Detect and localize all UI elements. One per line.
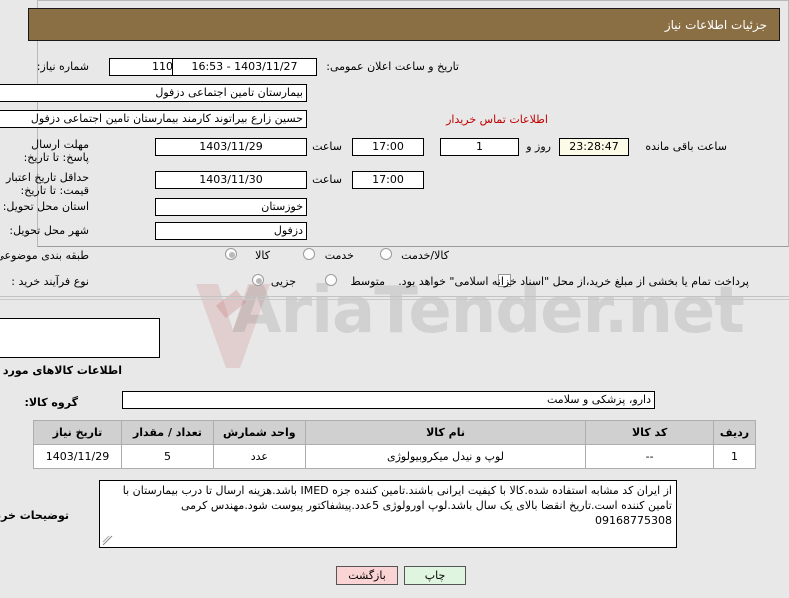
section-divider-bottom	[0, 299, 789, 300]
col-index: ردیف	[713, 420, 756, 445]
checkbox-islamic-treasury-label: پرداخت تمام یا بخشی از مبلغ خرید،از محل …	[398, 275, 749, 288]
buyer-contact-link[interactable]: اطلاعات تماس خریدار	[446, 113, 548, 126]
goods-section-title: اطلاعات کالاهای مورد نیاز	[0, 364, 122, 377]
goods-group-label: گروه کالا:	[24, 396, 78, 409]
reply-deadline-time-label: ساعت	[312, 140, 342, 153]
delivery-province-label: استان محل تحویل:	[2, 200, 89, 213]
cell-unit: عدد	[212, 444, 306, 469]
radio-subject-kala-khedmat-label: کالا/خدمت	[401, 249, 449, 262]
countdown-clock: 23:28:47	[559, 138, 629, 156]
cell-name: لوپ و نیدل میکروبیولوژی	[304, 444, 587, 469]
aria-tender-logo-icon	[196, 284, 270, 368]
col-quantity: تعداد / مقدار	[121, 420, 214, 445]
col-name: نام کالا	[304, 420, 587, 445]
radio-subject-kala-khedmat[interactable]	[380, 248, 392, 260]
price-validity-date: 1403/11/30	[155, 171, 307, 189]
cell-index: 1	[713, 444, 756, 469]
col-unit: واحد شمارش	[212, 420, 306, 445]
radio-process-jozii[interactable]	[252, 274, 264, 286]
countdown-suffix-label: ساعت باقی مانده	[645, 140, 727, 153]
price-validity-time-label: ساعت	[312, 173, 342, 186]
col-code: کد کالا	[585, 420, 715, 445]
delivery-province-value: خوزستان	[155, 198, 307, 216]
need-number-label: شماره نیاز:	[36, 60, 89, 73]
col-need-date: تاریخ نیاز	[33, 420, 122, 445]
radio-process-motavaset-label: متوسط	[350, 275, 385, 288]
reply-deadline-label: مهلت ارسال پاسخ: تا تاریخ:	[23, 138, 89, 164]
radio-subject-kala[interactable]	[225, 248, 237, 260]
countdown-days: 1	[440, 138, 519, 156]
goods-table: ردیف کد کالا نام کالا واحد شمارش تعداد /…	[33, 420, 756, 469]
purchase-process-label: نوع فرآیند خرید :	[11, 275, 89, 288]
radio-process-motavaset[interactable]	[325, 274, 337, 286]
delivery-city-label: شهر محل تحویل:	[9, 224, 89, 237]
table-header-row: ردیف کد کالا نام کالا واحد شمارش تعداد /…	[33, 420, 756, 445]
cell-quantity: 5	[121, 444, 214, 469]
print-button[interactable]: چاپ	[404, 566, 466, 585]
radio-process-jozii-label: جزیی	[270, 275, 296, 288]
delivery-city-value: دزفول	[155, 222, 307, 240]
back-button[interactable]: بازگشت	[336, 566, 398, 585]
buyer-notes-textarea[interactable]: از ایران کد مشابه استفاده شده.کالا با کی…	[99, 480, 677, 548]
radio-subject-kala-label: کالا	[255, 249, 270, 262]
radio-subject-khedmat[interactable]	[303, 248, 315, 260]
announce-datetime-value: 1403/11/27 - 16:53	[172, 58, 317, 76]
window-titlebar: جزئیات اطلاعات نیاز	[28, 8, 780, 41]
cell-need-date: 1403/11/29	[33, 444, 122, 469]
radio-subject-khedmat-label: خدمت	[324, 249, 354, 262]
buyer-org-value: بیمارستان تامین اجتماعی دزفول	[0, 84, 307, 102]
reply-deadline-time: 17:00	[352, 138, 424, 156]
requester-value: حسین زارع بیراتوند کارمند بیمارستان تامی…	[0, 110, 307, 128]
need-detail-textarea[interactable]	[0, 318, 160, 358]
buyer-notes-label: توضیحات خریدار:	[0, 509, 69, 522]
cell-code: --	[585, 444, 715, 469]
table-row: 1 -- لوپ و نیدل میکروبیولوژی عدد 5 1403/…	[33, 444, 756, 469]
resize-grip-icon	[102, 535, 113, 546]
price-validity-label: حداقل تاریخ اعتبار قیمت: تا تاریخ:	[5, 171, 89, 197]
page-root: AriaTender.net جزئیات اطلاعات نیاز شماره…	[0, 0, 789, 598]
goods-group-value: دارو، پزشکی و سلامت	[122, 391, 655, 409]
announce-datetime-label: تاریخ و ساعت اعلان عمومی:	[326, 60, 459, 73]
subject-class-label: طبقه بندی موضوعی:	[0, 249, 89, 262]
reply-deadline-date: 1403/11/29	[155, 138, 307, 156]
price-validity-time: 17:00	[352, 171, 424, 189]
page-title: جزئیات اطلاعات نیاز	[664, 18, 767, 32]
section-divider-top	[0, 296, 789, 297]
buyer-notes-text: از ایران کد مشابه استفاده شده.کالا با کی…	[122, 484, 672, 527]
countdown-days-label: روز و	[526, 140, 551, 153]
